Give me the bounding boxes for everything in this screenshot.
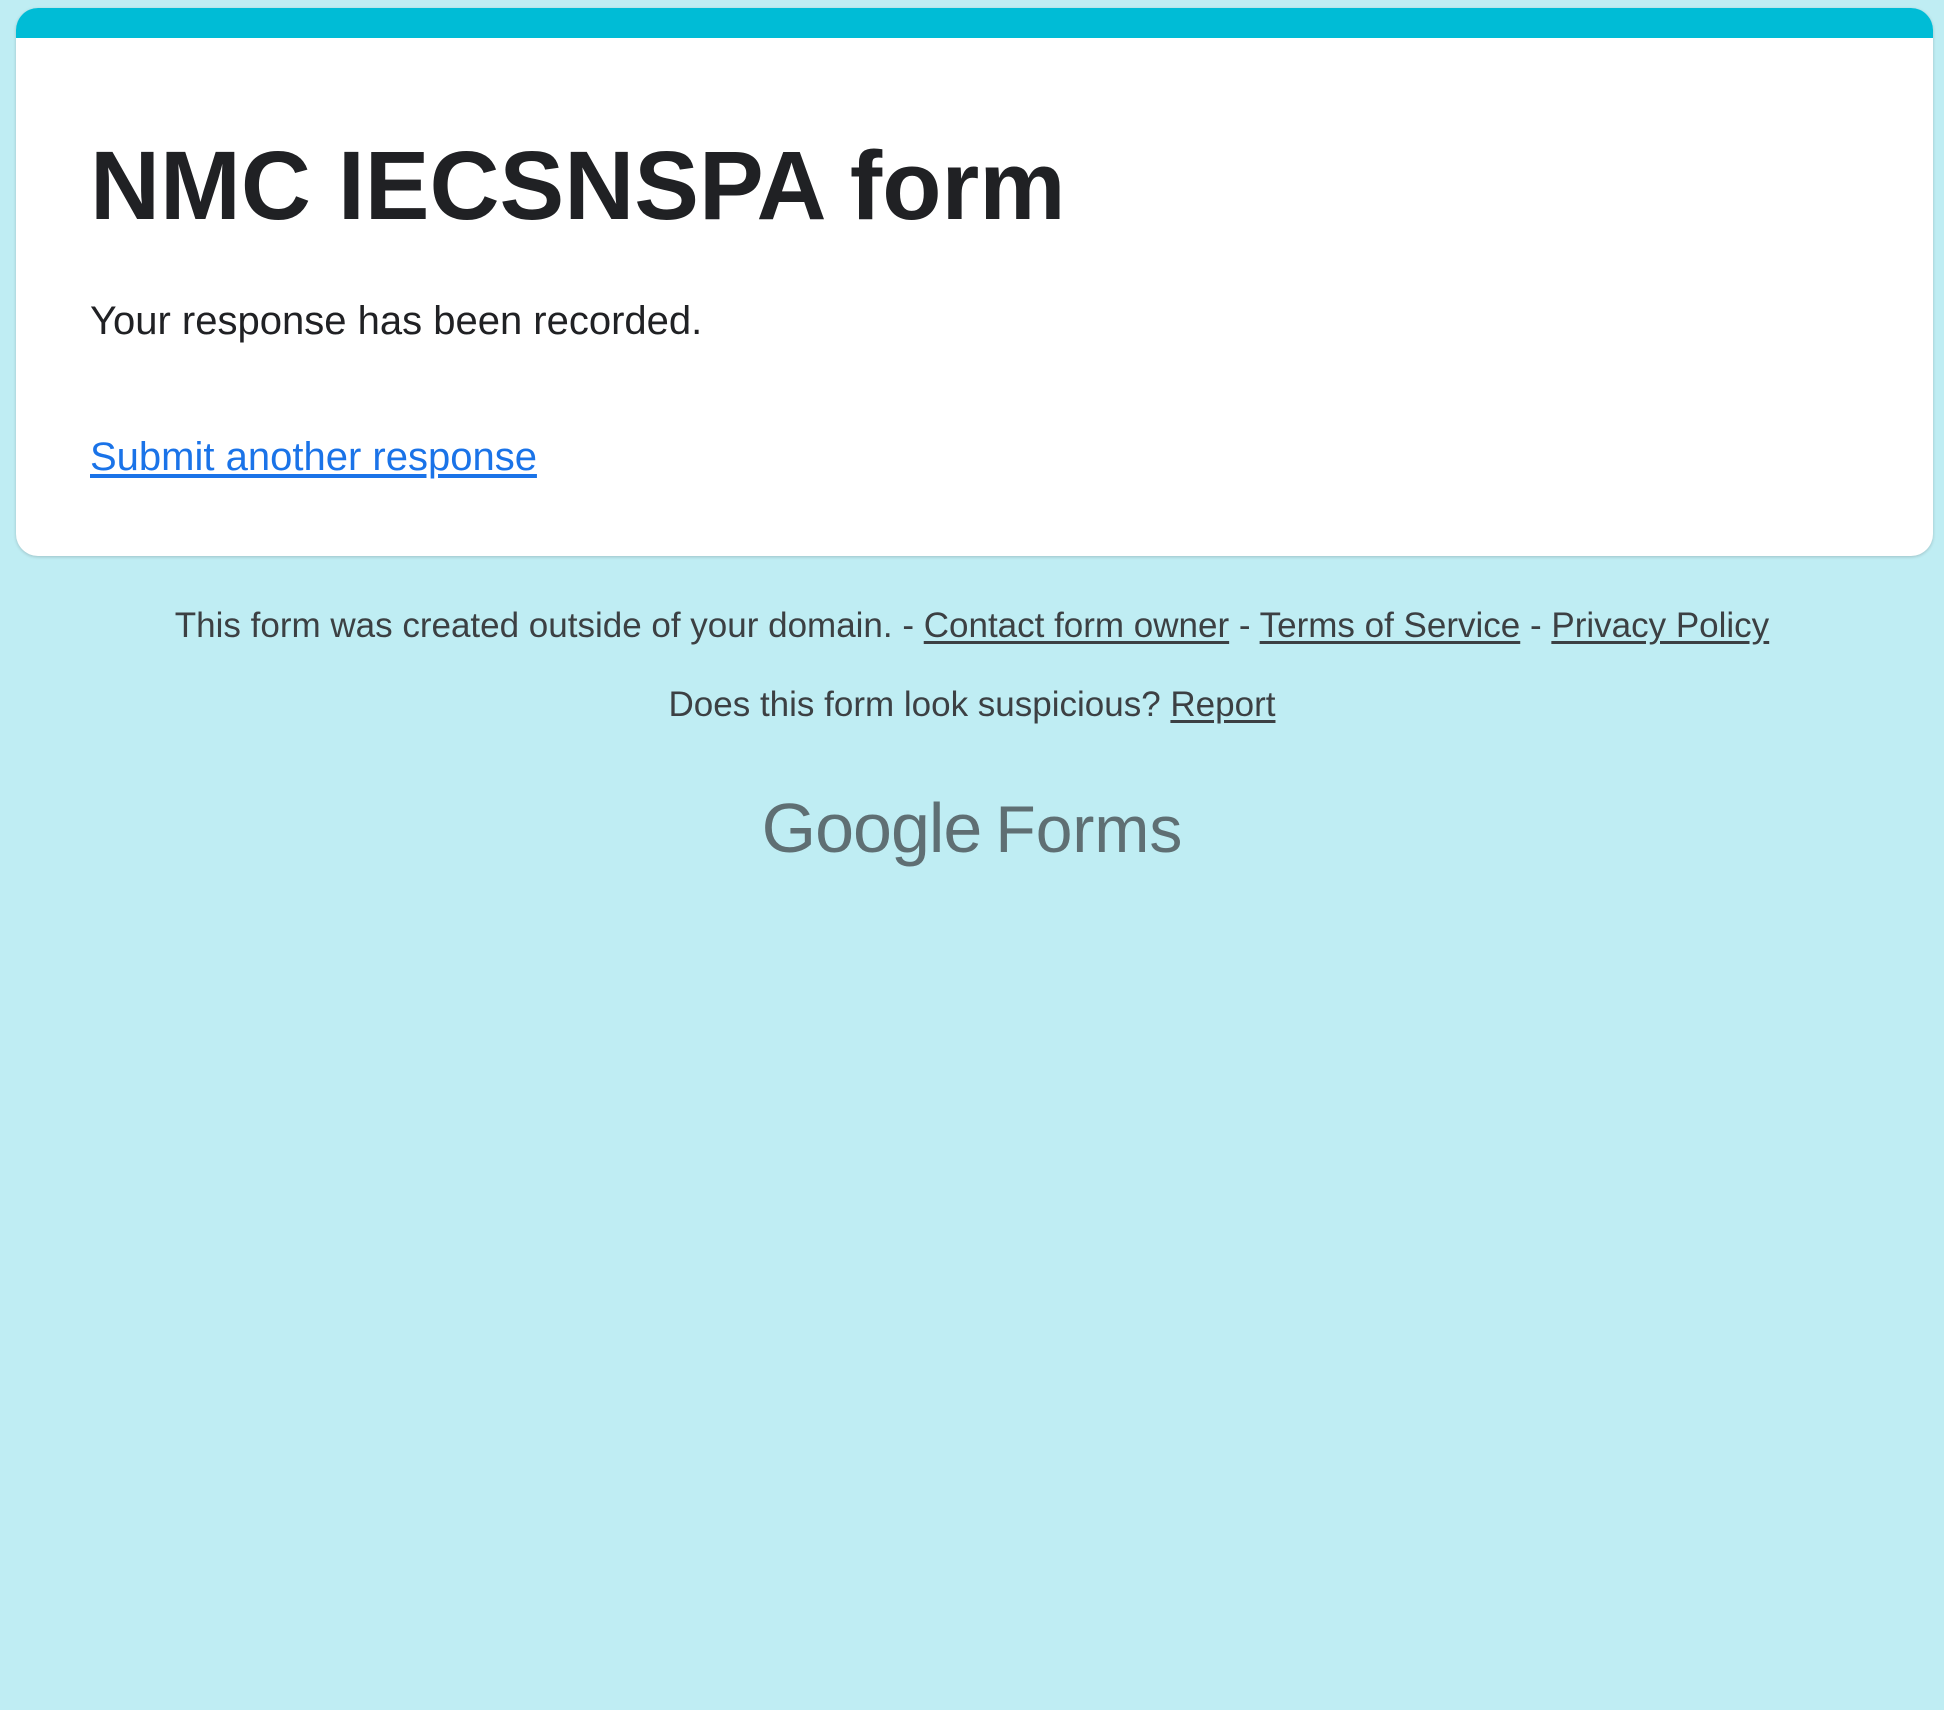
confirmation-message: Your response has been recorded. <box>90 299 703 343</box>
report-link[interactable]: Report <box>1170 685 1275 724</box>
privacy-policy-link[interactable]: Privacy Policy <box>1551 606 1769 645</box>
form-title: NMC IECSNSPA form <box>90 131 1066 240</box>
footer-report-line: Does this form look suspicious? Report <box>0 683 1944 727</box>
forms-wordmark: Forms <box>995 792 1183 866</box>
card-accent-bar <box>16 8 1933 38</box>
suspicious-prompt: Does this form look suspicious? <box>668 685 1161 724</box>
separator: - <box>892 606 924 645</box>
separator: - <box>1520 606 1552 645</box>
response-card: NMC IECSNSPA form Your response has been… <box>16 8 1933 556</box>
contact-form-owner-link[interactable]: Contact form owner <box>924 606 1229 645</box>
submit-another-response-link[interactable]: Submit another response <box>90 432 537 482</box>
page: NMC IECSNSPA form Your response has been… <box>0 0 1944 1710</box>
domain-notice: This form was created outside of your do… <box>174 606 893 645</box>
google-forms-logo[interactable]: Google Forms <box>0 788 1944 869</box>
google-wordmark: Google <box>761 789 983 867</box>
terms-of-service-link[interactable]: Terms of Service <box>1260 606 1521 645</box>
footer-domain-line: This form was created outside of your do… <box>0 604 1944 648</box>
separator: - <box>1229 606 1260 645</box>
